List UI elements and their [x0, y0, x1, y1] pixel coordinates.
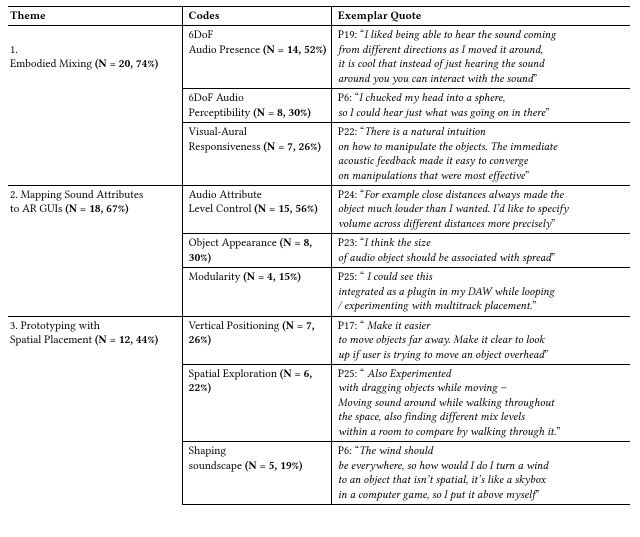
quote-3-1: P17: “ Make it easier to move objects fa…: [331, 316, 630, 364]
quote-2-3: P25: “ I could see this integrated as a …: [331, 268, 630, 316]
code-2-2: Object Appearance (N = 8, 30%): [182, 234, 331, 268]
quote-3-3: P6: “The wind should be everywhere, so h…: [331, 442, 630, 505]
theme-table: Theme Codes Exemplar Quote 1. Embodied M…: [8, 6, 630, 505]
code-3-1: Vertical Positioning (N = 7, 26%): [182, 316, 331, 364]
header-quote: Exemplar Quote: [331, 7, 630, 26]
quote-1-1: P19: “I liked being able to hear the sou…: [331, 26, 630, 89]
code-2-1: Audio Attribute Level Control (N = 15, 5…: [182, 185, 331, 233]
header-theme: Theme: [8, 7, 182, 26]
code-3-2: Spatial Exploration (N = 6, 22%): [182, 364, 331, 441]
code-1-3: Visual-Aural Responsiveness (N = 7, 26%): [182, 123, 331, 186]
theme-1: 1. Embodied Mixing (N = 20, 74%): [8, 26, 182, 186]
quote-3-2: P25: “ Also Experimented with dragging o…: [331, 364, 630, 441]
theme-3: 3. Prototyping with Spatial Placement (N…: [8, 316, 182, 504]
quote-1-3: P22: “There is a natural intuition on ho…: [331, 123, 630, 186]
code-2-3: Modularity (N = 4, 15%): [182, 268, 331, 316]
header-codes: Codes: [182, 7, 331, 26]
quote-1-2: P6: “I chucked my head into a sphere, so…: [331, 89, 630, 123]
code-1-2: 6DoF Audio Perceptibility (N = 8, 30%): [182, 89, 331, 123]
quote-2-1: P24: “For example close distances always…: [331, 185, 630, 233]
code-1-1: 6DoF Audio Presence (N = 14, 52%): [182, 26, 331, 89]
code-3-3: Shaping soundscape (N = 5, 19%): [182, 442, 331, 505]
theme-2: 2. Mapping Sound Attributes to AR GUIs (…: [8, 185, 182, 316]
quote-2-2: P23: “I think the size of audio object s…: [331, 234, 630, 268]
